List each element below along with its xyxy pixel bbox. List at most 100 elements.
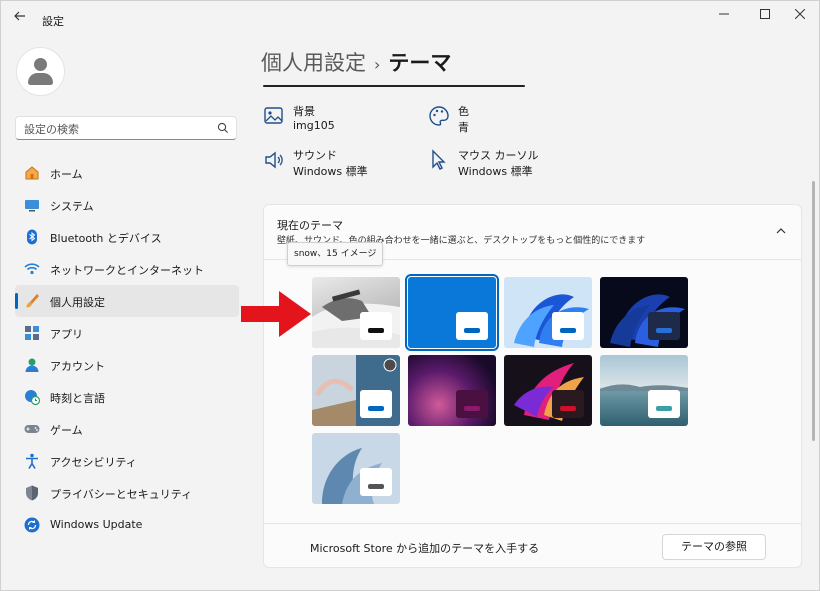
theme-preview-chip — [552, 390, 584, 418]
theme-tile-spotlight[interactable] — [312, 355, 400, 426]
theme-tile-sunrise[interactable] — [600, 355, 688, 426]
property-background[interactable]: 背景 img105 — [263, 103, 423, 139]
red-arrow-icon — [241, 291, 311, 337]
property-label: 色 — [458, 105, 469, 118]
paintbrush-icon — [26, 294, 39, 308]
minimize-icon — [719, 13, 729, 15]
globe-clock-icon — [25, 390, 41, 406]
sidebar-item-personalization[interactable]: 個人用設定 — [15, 285, 239, 317]
sidebar-item-gaming[interactable]: ゲーム — [15, 413, 239, 445]
cursor-icon — [432, 149, 446, 170]
title-bar: 設定 — [1, 1, 819, 35]
page-title: テーマ — [388, 51, 452, 75]
breadcrumb: 個人用設定 › テーマ — [261, 47, 451, 77]
sidebar-item-accessibility[interactable]: アクセシビリティ — [15, 445, 239, 477]
settings-window: 設定 ホーム システム Bluetooth とデバイス — [0, 0, 820, 591]
page-scrollbar[interactable] — [812, 181, 815, 441]
gamepad-icon — [24, 425, 40, 433]
home-icon — [25, 166, 39, 180]
theme-preview-chip — [648, 312, 680, 340]
theme-preview-chip — [552, 312, 584, 340]
breadcrumb-separator: › — [374, 55, 381, 74]
sidebar-item-home[interactable]: ホーム — [15, 157, 239, 189]
store-footer: Microsoft Store から追加のテーマを入手する テーマの参照 — [264, 523, 801, 567]
search-input[interactable] — [22, 120, 216, 138]
close-button[interactable] — [783, 1, 817, 29]
sidebar-item-label: Bluetooth とデバイス — [50, 232, 162, 245]
property-value: Windows 標準 — [458, 165, 533, 178]
sidebar-item-label: 個人用設定 — [50, 296, 105, 309]
taskbar-preview — [464, 406, 480, 411]
selection-indicator — [15, 293, 18, 309]
sidebar-item-label: アクセシビリティ — [50, 456, 137, 469]
breadcrumb-parent[interactable]: 個人用設定 — [261, 51, 366, 75]
sidebar-item-bluetooth[interactable]: Bluetooth とデバイス — [15, 221, 239, 253]
store-text: Microsoft Store から追加のテーマを入手する — [310, 542, 540, 555]
back-button[interactable] — [11, 9, 29, 27]
theme-tile-flow[interactable] — [312, 433, 400, 504]
taskbar-preview — [656, 328, 672, 333]
theme-preview-chip — [360, 312, 392, 340]
theme-tile-glow[interactable] — [408, 355, 496, 426]
avatar-body — [28, 73, 53, 85]
taskbar-preview — [464, 328, 480, 333]
current-theme-title: 現在のテーマ — [277, 219, 343, 232]
sidebar-item-label: システム — [50, 200, 94, 213]
sidebar-item-windows-update[interactable]: Windows Update — [15, 509, 239, 541]
property-color[interactable]: 色 青 — [428, 103, 588, 139]
search-icon[interactable] — [216, 121, 230, 135]
taskbar-preview — [656, 406, 672, 411]
theme-tile-bloom-light[interactable] — [504, 277, 592, 348]
sidebar-item-label: ホーム — [50, 168, 83, 181]
sidebar-item-label: 時刻と言語 — [50, 392, 105, 405]
sidebar-item-label: アカウント — [50, 360, 105, 373]
bluetooth-icon — [27, 229, 37, 245]
property-sound[interactable]: サウンド Windows 標準 — [263, 147, 423, 183]
theme-preview-chip — [648, 390, 680, 418]
sidebar-nav: ホーム システム Bluetooth とデバイス ネットワークとインターネット … — [15, 157, 239, 541]
sidebar-item-network[interactable]: ネットワークとインターネット — [15, 253, 239, 285]
user-avatar[interactable] — [16, 47, 65, 96]
monitor-icon — [25, 200, 39, 212]
property-value: img105 — [293, 119, 335, 132]
theme-preview-chip — [360, 390, 392, 418]
theme-preview-chip — [360, 468, 392, 496]
accessibility-icon — [26, 453, 38, 469]
property-value: Windows 標準 — [293, 165, 368, 178]
avatar-head — [34, 58, 47, 71]
browse-themes-button[interactable]: テーマの参照 — [662, 534, 766, 560]
property-mouse-cursor[interactable]: マウス カーソル Windows 標準 — [428, 147, 588, 183]
title-underline — [263, 85, 525, 87]
theme-tile-captured-motion[interactable] — [504, 355, 592, 426]
sidebar-item-label: ネットワークとインターネット — [50, 264, 204, 277]
palette-icon — [429, 106, 449, 126]
app-title: 設定 — [42, 15, 64, 28]
theme-tile-snow[interactable] — [312, 277, 400, 348]
search-box[interactable] — [15, 116, 237, 140]
arrow-left-icon — [14, 11, 25, 21]
chevron-up-icon[interactable] — [775, 225, 787, 237]
sidebar-item-apps[interactable]: アプリ — [15, 317, 239, 349]
minimize-button[interactable] — [707, 1, 741, 29]
wifi-icon — [24, 263, 40, 275]
sidebar-item-privacy[interactable]: プライバシーとセキュリティ — [15, 477, 239, 509]
property-value: 青 — [458, 121, 469, 134]
property-label: サウンド — [293, 149, 337, 162]
sidebar-item-label: プライバシーとセキュリティ — [50, 488, 193, 501]
taskbar-preview — [560, 328, 576, 333]
property-label: 背景 — [293, 105, 315, 118]
sidebar-item-system[interactable]: システム — [15, 189, 239, 221]
apps-icon — [25, 326, 39, 340]
sidebar-item-time-language[interactable]: 時刻と言語 — [15, 381, 239, 413]
account-icon — [25, 358, 39, 372]
theme-tile-windows-light[interactable] — [405, 274, 499, 351]
taskbar-preview — [368, 484, 384, 489]
sidebar-item-accounts[interactable]: アカウント — [15, 349, 239, 381]
theme-tooltip: snow、15 イメージ — [287, 242, 384, 266]
maximize-button[interactable] — [748, 1, 782, 29]
theme-tile-bloom-dark[interactable] — [600, 277, 688, 348]
update-icon — [24, 517, 40, 533]
taskbar-preview — [368, 328, 384, 333]
property-label: マウス カーソル — [458, 149, 539, 162]
sidebar-item-label: Windows Update — [50, 518, 143, 531]
